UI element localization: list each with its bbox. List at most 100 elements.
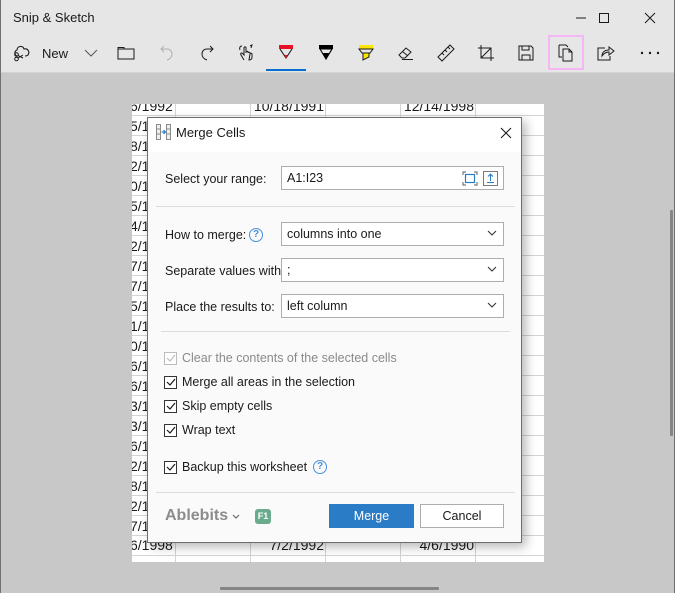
undo-button[interactable] [155, 36, 179, 70]
chevron-down-icon [487, 266, 497, 272]
expand-selection-icon[interactable] [483, 171, 498, 186]
folder-icon [117, 47, 135, 60]
redo-icon [201, 45, 214, 61]
sheet-row-line [132, 555, 544, 556]
open-file-button[interactable] [114, 36, 138, 70]
chevron-down-icon [84, 49, 98, 57]
ruler-icon [437, 44, 455, 62]
close-icon [644, 12, 656, 23]
checkbox[interactable] [164, 460, 177, 474]
eraser-button[interactable] [394, 36, 418, 70]
divider [156, 492, 515, 493]
divider [161, 331, 510, 332]
merge-cells-dialog: Merge Cells Select your range: A1:I23 Ho… [147, 117, 522, 543]
new-snip-button[interactable]: New [12, 36, 72, 70]
window-border-left [0, 0, 1, 593]
app-title: Snip & Sketch [13, 10, 95, 25]
save-button[interactable] [514, 36, 538, 70]
brand-label: Ablebits [165, 507, 229, 524]
chevron-down-icon [487, 230, 497, 236]
range-value: A1:I23 [287, 171, 324, 185]
checkmark-icon [166, 402, 175, 410]
snip-icon [14, 45, 30, 62]
checkbox[interactable] [164, 423, 177, 437]
crop-icon [478, 45, 494, 61]
checkmark-icon [166, 426, 175, 434]
chevron-down-icon [487, 302, 497, 308]
merge-button[interactable]: Merge [329, 504, 414, 528]
title-bar: Snip & Sketch [0, 0, 675, 35]
select-range-icon[interactable] [462, 171, 478, 186]
share-button[interactable] [594, 36, 618, 70]
save-icon [518, 45, 534, 61]
checkbox[interactable] [164, 375, 177, 389]
close-window-button[interactable] [627, 0, 673, 35]
crop-button[interactable] [474, 36, 498, 70]
checkbox[interactable] [164, 399, 177, 413]
chevron-down-icon [232, 514, 240, 519]
place-results-value: left column [287, 299, 348, 313]
new-dropdown-button[interactable] [80, 36, 102, 70]
checkbox-label: Wrap text [182, 423, 236, 437]
range-label: Select your range: [165, 172, 267, 186]
separator-value: ; [287, 263, 291, 277]
active-tool-indicator [266, 69, 306, 71]
skip-empty-cells-checkbox[interactable]: Skip empty cells [164, 397, 272, 415]
checkmark-icon [166, 463, 175, 471]
place-results-label: Place the results to: [165, 300, 275, 314]
ablebits-menu[interactable]: Ablebits [165, 507, 240, 525]
undo-icon [160, 45, 173, 61]
range-input[interactable]: A1:I23 [281, 166, 504, 190]
checkbox[interactable] [164, 351, 177, 365]
dialog-header: Merge Cells [148, 118, 521, 152]
help-icon[interactable]: ? [249, 228, 263, 242]
how-to-merge-select[interactable]: columns into one [281, 222, 504, 246]
touch-icon [239, 44, 253, 61]
wrap-text-checkbox[interactable]: Wrap text [164, 421, 235, 439]
ruler-button[interactable] [434, 36, 458, 70]
redo-button[interactable] [195, 36, 219, 70]
more-icon [640, 51, 660, 55]
pen-icon [279, 45, 293, 59]
eraser-icon [398, 47, 413, 60]
place-results-select[interactable]: left column [281, 294, 504, 318]
copy-button[interactable] [548, 35, 584, 70]
share-icon [597, 45, 615, 61]
copy-icon [558, 44, 573, 61]
checkmark-icon [166, 378, 175, 386]
how-to-merge-value: columns into one [287, 227, 382, 241]
highlighter-button[interactable] [354, 36, 378, 70]
vertical-scrollbar[interactable] [670, 210, 673, 436]
divider [156, 206, 515, 207]
f1-help-badge[interactable]: F1 [255, 509, 271, 524]
checkbox-label: Backup this worksheet [182, 460, 308, 474]
more-options-button[interactable] [636, 36, 664, 70]
close-icon [500, 127, 512, 139]
maximize-button[interactable] [581, 0, 627, 35]
checkmark-icon [166, 354, 175, 362]
separator-label: Separate values with: [165, 264, 285, 278]
merge-cells-icon [156, 124, 171, 140]
dialog-title: Merge Cells [176, 125, 246, 140]
highlighter-icon [358, 45, 374, 61]
how-to-merge-label: How to merge: [165, 228, 247, 242]
pencil-button[interactable] [314, 36, 338, 70]
touch-writing-button[interactable] [235, 36, 259, 70]
horizontal-scrollbar[interactable] [220, 587, 439, 590]
backup-worksheet-checkbox[interactable]: Backup this worksheet ? [164, 458, 328, 476]
help-icon[interactable]: ? [313, 460, 328, 474]
dialog-close-button[interactable] [496, 123, 516, 143]
sheet-row-line [132, 115, 544, 116]
cancel-button[interactable]: Cancel [420, 504, 504, 528]
new-label: New [42, 45, 69, 61]
merge-all-areas-checkbox[interactable]: Merge all areas in the selection [164, 373, 355, 391]
clear-contents-checkbox[interactable]: Clear the contents of the selected cells [164, 349, 397, 367]
toolbar: New [0, 35, 675, 73]
checkbox-label: Skip empty cells [182, 399, 273, 413]
maximize-icon [599, 12, 609, 23]
sheet-cell: 6/1992 [132, 104, 173, 114]
sheet-cell: 10/18/1991 [253, 104, 324, 114]
separator-select[interactable]: ; [281, 258, 504, 282]
ballpoint-pen-button[interactable] [274, 36, 298, 70]
sheet-cell: 12/14/1998 [403, 104, 474, 114]
